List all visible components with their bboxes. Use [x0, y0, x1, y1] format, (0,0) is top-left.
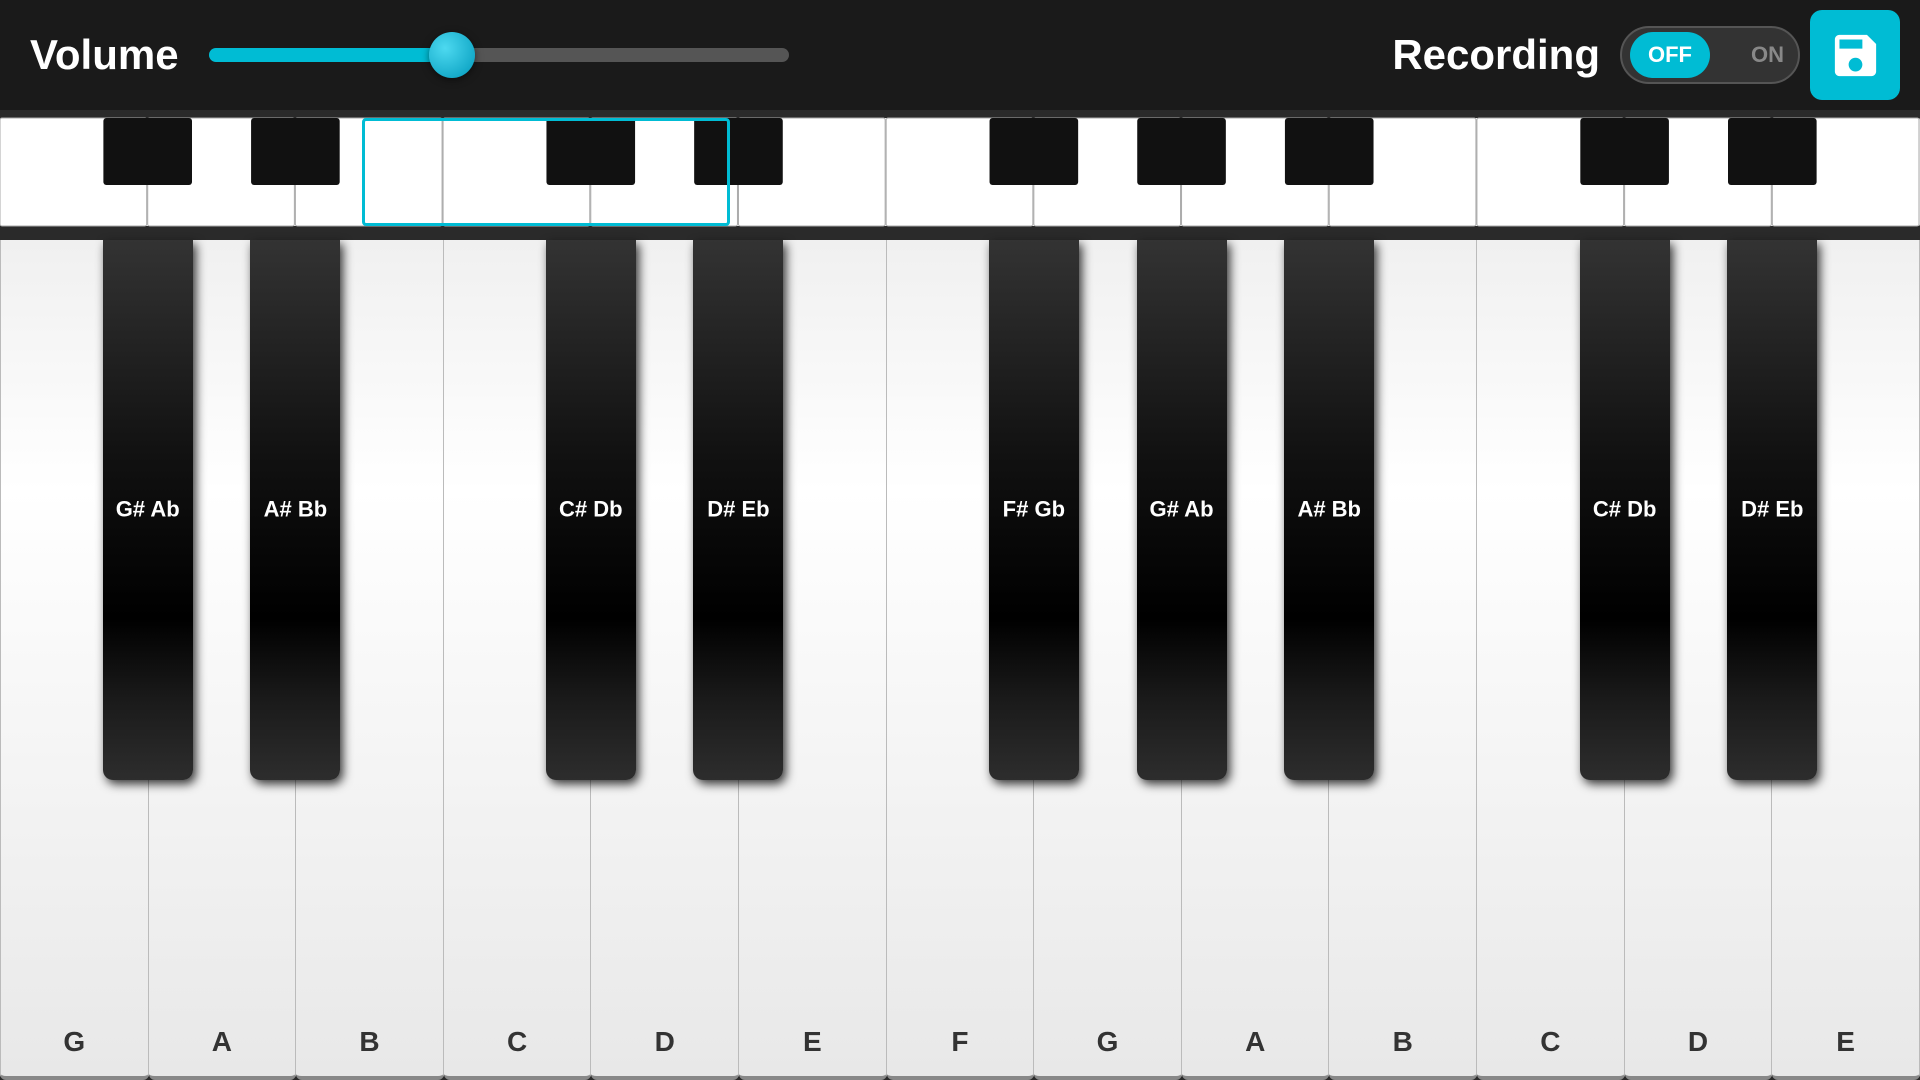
black-key-Ds-Eb-2[interactable]: D# Eb [1727, 240, 1817, 780]
black-key-As-Bb-1[interactable]: A# Bb [250, 240, 340, 780]
black-key-As-Bb-2[interactable]: A# Bb [1284, 240, 1374, 780]
recording-label: Recording [1392, 31, 1600, 79]
save-button[interactable] [1810, 10, 1900, 100]
volume-thumb[interactable] [429, 32, 475, 78]
black-key-label-DsEb2: D# Eb [1741, 496, 1803, 525]
key-label-A2: A [1245, 1026, 1265, 1058]
black-key-label-FsGb1: F# Gb [1003, 496, 1065, 525]
key-label-G1: G [63, 1026, 85, 1058]
black-key-label-GsAb1: G# Ab [116, 496, 180, 525]
save-icon [1828, 28, 1883, 83]
black-key-Fs-Gb-1[interactable]: F# Gb [989, 240, 1079, 780]
key-label-B1: B [359, 1026, 379, 1058]
volume-slider-container [209, 48, 789, 62]
piano-container: G A B C D E F [0, 110, 1920, 1080]
black-key-Gs-Ab-2[interactable]: G# Ab [1137, 240, 1227, 780]
key-label-E2: E [1836, 1026, 1855, 1058]
key-label-C2: C [1540, 1026, 1560, 1058]
black-key-label-CsDb2: C# Db [1593, 496, 1657, 525]
recording-toggle[interactable]: OFF ON [1620, 26, 1800, 84]
key-label-D2: D [1688, 1026, 1708, 1058]
black-key-label-AsBb2: A# Bb [1297, 496, 1361, 525]
black-key-Ds-Eb-1[interactable]: D# Eb [693, 240, 783, 780]
key-label-D1: D [655, 1026, 675, 1058]
key-label-G2: G [1097, 1026, 1119, 1058]
key-label-E1: E [803, 1026, 822, 1058]
key-label-B2: B [1393, 1026, 1413, 1058]
key-label-C1: C [507, 1026, 527, 1058]
recording-section: Recording OFF ON [1392, 26, 1800, 84]
black-key-label-DsEb1: D# Eb [707, 496, 769, 525]
toggle-on-label: ON [1751, 42, 1784, 68]
volume-label: Volume [30, 31, 179, 79]
black-key-Cs-Db-1[interactable]: C# Db [546, 240, 636, 780]
black-key-label-AsBb1: A# Bb [264, 496, 328, 525]
key-label-A1: A [212, 1026, 232, 1058]
volume-slider[interactable] [209, 48, 789, 62]
black-key-Cs-Db-2[interactable]: C# Db [1580, 240, 1670, 780]
mini-keyboard-svg [0, 110, 1920, 240]
key-label-F1: F [951, 1026, 968, 1058]
main-keyboard-wrapper: G A B C D E F [0, 240, 1920, 1080]
header: Volume Recording OFF ON [0, 0, 1920, 110]
black-key-label-GsAb2: G# Ab [1150, 496, 1214, 525]
black-key-label-CsDb1: C# Db [559, 496, 623, 525]
toggle-off-label: OFF [1630, 32, 1710, 78]
mini-keyboard [0, 110, 1920, 240]
black-key-Gb-Ab-1[interactable]: G# Ab [103, 240, 193, 780]
